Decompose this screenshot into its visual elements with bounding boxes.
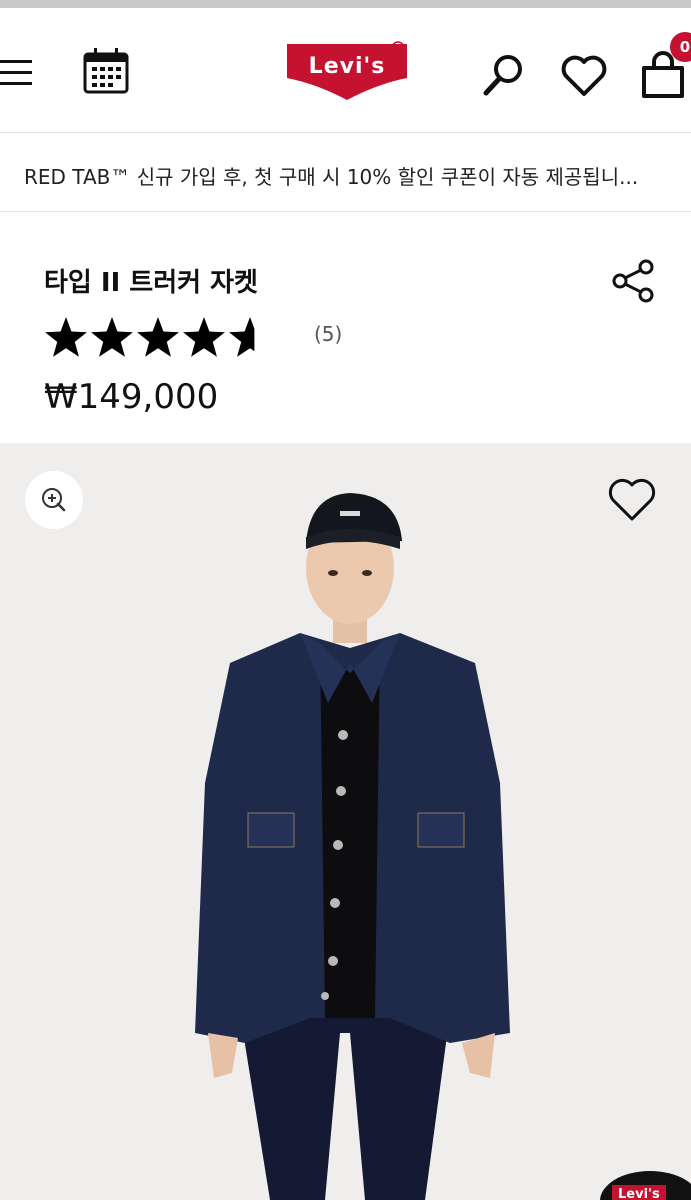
- model-photo: [195, 493, 510, 1200]
- promo-text: RED TAB™ 신규 가입 후, 첫 구매 시 10% 할인 쿠폰이 자동 제…: [24, 165, 639, 189]
- levis-logo[interactable]: R Levi's: [285, 40, 415, 102]
- product-price: ₩149,000: [44, 377, 219, 417]
- product-title: 타입 II 트러커 자켓: [44, 268, 258, 298]
- product-image[interactable]: Levi's: [0, 443, 691, 1200]
- zoom-button[interactable]: [25, 471, 83, 529]
- logo-text: Levi's: [308, 54, 386, 79]
- status-bar-divider: [0, 0, 691, 8]
- favorite-heart-icon[interactable]: [606, 477, 658, 523]
- rating-star: [137, 317, 179, 357]
- rating-stars: [45, 317, 255, 357]
- rating-star: [229, 317, 255, 357]
- menu-icon[interactable]: [0, 52, 36, 92]
- calendar-icon[interactable]: [82, 46, 130, 96]
- site-header: R Levi's 0: [0, 8, 691, 133]
- rating-star: [45, 317, 87, 357]
- review-count[interactable]: (5): [314, 322, 342, 346]
- rating-star: [183, 317, 225, 357]
- share-icon[interactable]: [610, 258, 656, 304]
- promo-banner[interactable]: RED TAB™ 신규 가입 후, 첫 구매 시 10% 할인 쿠폰이 자동 제…: [0, 133, 691, 212]
- wishlist-heart-icon[interactable]: [560, 54, 608, 98]
- floating-logo-text: Levi's: [612, 1185, 666, 1200]
- search-icon[interactable]: [482, 52, 526, 98]
- rating-star: [91, 317, 133, 357]
- svg-text:R: R: [395, 44, 401, 53]
- zoom-in-icon: [42, 488, 66, 512]
